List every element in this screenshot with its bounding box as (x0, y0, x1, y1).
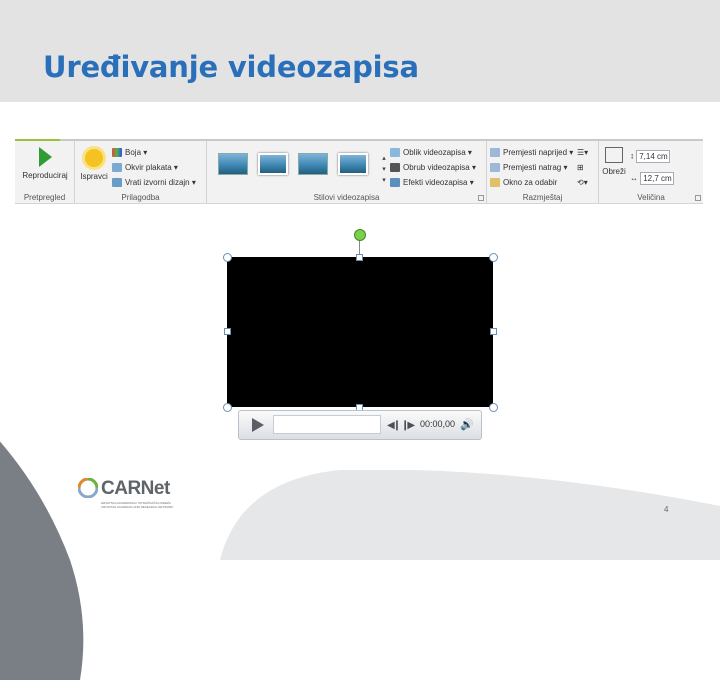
gallery-scroll[interactable]: ▴ ▾ ▾ (380, 153, 388, 186)
player-step-back-icon[interactable]: ◀❙ (387, 420, 401, 431)
player-volume-icon[interactable]: 🔊 (460, 418, 474, 431)
resize-handle-right[interactable] (490, 328, 497, 335)
video-shape-icon (390, 148, 400, 158)
resize-handle-top-right[interactable] (489, 253, 498, 262)
resize-handle-left[interactable] (224, 328, 231, 335)
crop-icon (605, 147, 623, 163)
group-video-styles: ▴ ▾ ▾ Oblik videozapisa ▾ Obrub videozap… (207, 141, 487, 203)
reset-design-icon (112, 178, 122, 188)
video-style-thumb-3[interactable] (298, 153, 328, 175)
group-label-video-styles: Stilovi videozapisa (313, 193, 380, 202)
carnet-subtitle-line-2: CROATIAN ACADEMIC AND RESEARCH NETWORK (101, 505, 174, 509)
size-launcher-icon[interactable] (695, 195, 701, 201)
selection-pane-icon (490, 178, 500, 188)
video-border-label: Obrub videozapisa (403, 163, 470, 172)
carnet-logo: CARNet HRVATSKA AKADEMSKA I ISTRAŽIVAČKA… (78, 478, 208, 518)
reset-design-label: Vrati izvorni dizajn (125, 178, 190, 187)
bring-forward-icon (490, 148, 500, 158)
video-border-icon (390, 163, 400, 173)
corrections-label: Ispravci (80, 172, 108, 181)
video-border-button[interactable]: Obrub videozapisa ▾ (390, 161, 476, 174)
carnet-logo-mark-icon (78, 478, 98, 498)
group-size: Obreži ↕ 7,14 cm ↔ 12,7 cm Veličina (599, 141, 703, 203)
color-button[interactable]: Boja ▾ (112, 146, 147, 159)
group-label-adjust: Prilagodba (121, 193, 160, 202)
group-label-preview: Pretpregled (23, 193, 66, 202)
gallery-more-icon[interactable]: ▾ (380, 175, 388, 186)
width-row: ↔ 12,7 cm (630, 172, 675, 185)
video-object[interactable] (227, 257, 493, 407)
video-style-thumb-4[interactable] (338, 153, 368, 175)
video-effects-label: Efekti videozapisa (403, 178, 468, 187)
play-button[interactable]: Reproduciraj (19, 147, 71, 180)
gallery-up-icon[interactable]: ▴ (380, 153, 388, 164)
video-style-thumb-2[interactable] (258, 153, 288, 175)
color-icon (112, 148, 122, 158)
gallery-down-icon[interactable]: ▾ (380, 164, 388, 175)
video-tools-ribbon: Reproduciraj Pretpregled Ispravci Boja ▾… (15, 139, 703, 204)
crop-button[interactable]: Obreži (602, 147, 626, 176)
selection-pane-label: Okno za odabir (503, 178, 558, 187)
carnet-logo-text: CARNet (101, 478, 170, 499)
group-objects-button[interactable]: ⊞ (577, 161, 584, 174)
play-icon (38, 147, 52, 167)
media-player-bar: ◀❙ ❙▶ 00:00,00 🔊 (238, 410, 482, 440)
slide-header: Uređivanje videozapisa (0, 0, 720, 102)
group-label-size: Veličina (637, 193, 665, 202)
player-step-forward-icon[interactable]: ❙▶ (401, 420, 415, 431)
slide-title: Uređivanje videozapisa (43, 50, 419, 84)
carnet-logo-subtitle: HRVATSKA AKADEMSKA I ISTRAŽIVAČKA MREŽA … (101, 501, 201, 509)
player-progress-track[interactable] (273, 415, 381, 434)
color-label: Boja (125, 148, 142, 157)
bring-forward-label: Premjesti naprijed (503, 148, 568, 157)
width-icon: ↔ (630, 173, 638, 183)
corrections-button[interactable]: Ispravci (77, 147, 111, 181)
group-adjust: Ispravci Boja ▾ Okvir plakata ▾ Vrati iz… (75, 141, 207, 203)
player-play-icon[interactable] (252, 418, 264, 432)
poster-frame-button[interactable]: Okvir plakata ▾ (112, 161, 178, 174)
send-backward-label: Premjesti natrag (503, 163, 562, 172)
play-button-label: Reproduciraj (22, 171, 68, 180)
height-input[interactable]: 7,14 cm (636, 150, 671, 163)
poster-frame-icon (112, 163, 122, 173)
height-row: ↕ 7,14 cm (630, 150, 671, 163)
group-label-arrange: Razmještaj (522, 193, 563, 202)
group-arrange: Premjesti naprijed ▾ Premjesti natrag ▾ … (487, 141, 599, 203)
slide-page-number: 4 (664, 505, 669, 514)
bring-forward-button[interactable]: Premjesti naprijed ▾ (490, 146, 573, 159)
video-shape-button[interactable]: Oblik videozapisa ▾ (390, 146, 472, 159)
poster-frame-label: Okvir plakata (125, 163, 172, 172)
video-style-thumb-1[interactable] (218, 153, 248, 175)
resize-handle-top-left[interactable] (223, 253, 232, 262)
video-styles-gallery: ▴ ▾ ▾ (210, 147, 386, 187)
resize-handle-bottom-right[interactable] (489, 403, 498, 412)
video-effects-button[interactable]: Efekti videozapisa ▾ (390, 176, 474, 189)
height-icon: ↕ (630, 151, 634, 161)
send-backward-button[interactable]: Premjesti natrag ▾ (490, 161, 568, 174)
corrections-sun-icon (85, 149, 103, 167)
resize-handle-top[interactable] (356, 254, 363, 261)
align-button[interactable]: ☰▾ (577, 146, 588, 159)
send-backward-icon (490, 163, 500, 173)
width-input[interactable]: 12,7 cm (640, 172, 675, 185)
group-preview: Reproduciraj Pretpregled (15, 141, 75, 203)
selection-pane-button[interactable]: Okno za odabir (490, 176, 557, 189)
video-shape-label: Oblik videozapisa (403, 148, 466, 157)
reset-design-button[interactable]: Vrati izvorni dizajn ▾ (112, 176, 196, 189)
video-styles-launcher-icon[interactable] (478, 195, 484, 201)
rotation-handle[interactable] (354, 229, 366, 241)
rotate-button[interactable]: ⟲▾ (577, 176, 588, 189)
player-time: 00:00,00 (420, 419, 456, 429)
decorative-swoosh-right (220, 470, 720, 560)
crop-label: Obreži (602, 167, 626, 176)
resize-handle-bottom-left[interactable] (223, 403, 232, 412)
video-effects-icon (390, 178, 400, 188)
